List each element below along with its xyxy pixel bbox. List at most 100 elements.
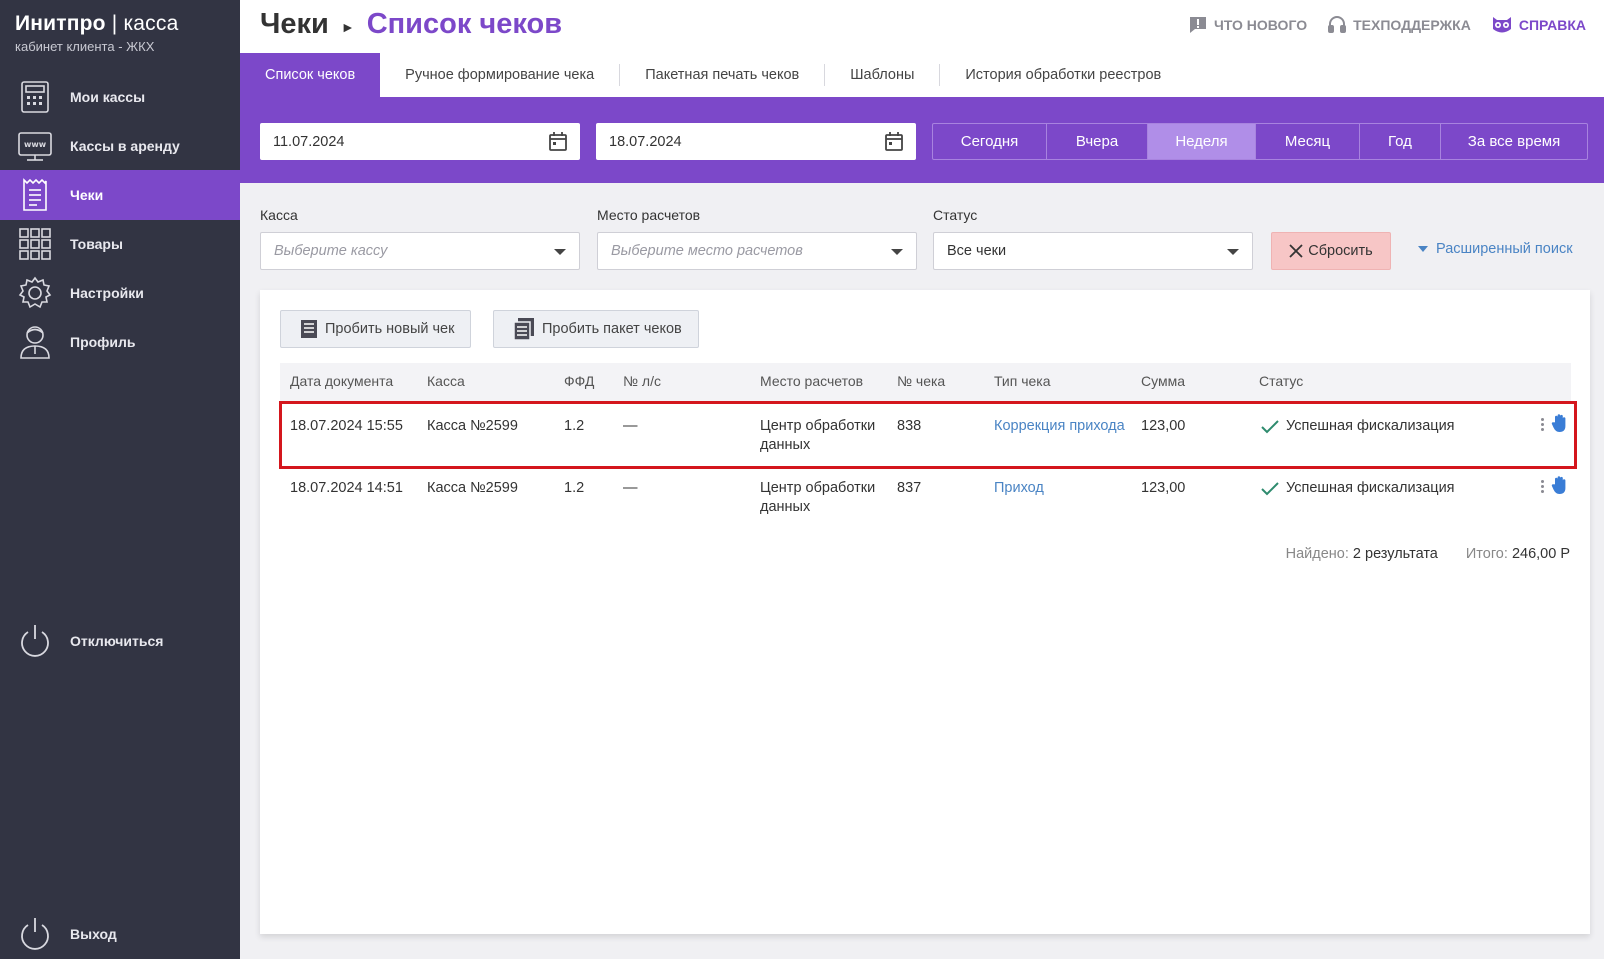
column-header[interactable]: № л/с [623, 373, 661, 389]
column-header[interactable]: ФФД [564, 373, 594, 389]
logout-button[interactable]: Выход [0, 909, 240, 959]
cell-sum: 123,00 [1141, 480, 1186, 496]
found-label: Найдено: [1285, 546, 1349, 562]
sidebar-item-profile[interactable]: Профиль [0, 317, 240, 367]
date-to-value: 18.07.2024 [609, 133, 682, 150]
status-filter-label: Статус [933, 207, 978, 223]
hand-icon[interactable] [1551, 475, 1569, 498]
more-vertical-icon[interactable] [1541, 418, 1545, 433]
disconnect-button[interactable]: Отключиться [0, 616, 240, 666]
column-header[interactable]: № чека [897, 373, 945, 389]
cell-place: Центр обработки данных [760, 479, 875, 517]
gear-icon [17, 276, 53, 310]
support-link[interactable]: ТЕХПОДДЕРЖКА [1327, 15, 1471, 35]
tab-batch-print[interactable]: Пакетная печать чеков [620, 53, 824, 97]
cell-sum: 123,00 [1141, 418, 1186, 434]
sidebar-item-label: Чеки [70, 187, 104, 203]
check-icon [1261, 419, 1279, 433]
hand-icon[interactable] [1551, 413, 1569, 436]
period-year-button[interactable]: Год [1360, 124, 1441, 159]
cell-place-line: Центр обработки [760, 418, 876, 434]
date-to-field[interactable]: 18.07.2024 [596, 123, 916, 160]
brand-title-sep: | [105, 12, 124, 35]
total-value: 246,00 Р [1511, 546, 1570, 562]
advanced-search-link[interactable]: Расширенный поиск [1418, 241, 1573, 257]
period-month-button[interactable]: Месяц [1256, 124, 1360, 159]
period-week-button[interactable]: Неделя [1148, 124, 1256, 159]
sidebar-item-label: Товары [70, 236, 123, 252]
cell-status-label: Успешная фискализация [1286, 480, 1455, 496]
new-check-button[interactable]: Пробить новый чек [280, 310, 472, 348]
power-icon [17, 624, 53, 658]
table-row[interactable]: 18.07.2024 14:51 Касса №2599 1.2 — Центр… [280, 463, 1571, 525]
period-selector: Сегодня Вчера Неделя Месяц Год За все вр… [932, 123, 1588, 160]
cell-ffd: 1.2 [564, 480, 585, 496]
sidebar-item-rent-kassas[interactable]: www Кассы в аренду [0, 121, 240, 171]
cell-status: Успешная фискализация [1261, 417, 1455, 436]
tab-templates[interactable]: Шаблоны [825, 53, 939, 97]
cell-place-line: данных [760, 437, 811, 453]
place-select-placeholder: Выберите место расчетов [611, 243, 803, 259]
check-icon [1261, 481, 1279, 495]
sidebar-item-label: Настройки [70, 285, 144, 301]
power-icon [17, 917, 53, 951]
sidebar-item-label: Мои кассы [70, 89, 146, 105]
headset-icon [1328, 16, 1347, 33]
cash-register-icon [17, 80, 53, 114]
cell-kassa: Касса №2599 [427, 418, 518, 434]
cell-number: 837 [897, 480, 922, 496]
more-vertical-icon[interactable] [1541, 480, 1545, 495]
cell-number: 838 [897, 418, 922, 434]
status-select[interactable]: Все чеки [933, 232, 1253, 270]
reset-label: Сбросить [1308, 243, 1373, 259]
place-filter-label: Место расчетов [597, 207, 701, 223]
sidebar-item-my-kassas[interactable]: Мои кассы [0, 72, 240, 122]
batch-checks-label: Пробить пакет чеков [542, 321, 682, 337]
sidebar-item-goods[interactable]: Товары [0, 219, 240, 269]
breadcrumb-root[interactable]: Чеки [260, 8, 329, 41]
column-header[interactable]: Место расчетов [760, 373, 863, 389]
table-row[interactable]: 18.07.2024 15:55 Касса №2599 1.2 — Центр… [280, 401, 1571, 463]
cell-place-line: Центр обработки [760, 480, 876, 496]
date-from-field[interactable]: 11.07.2024 [260, 123, 580, 160]
column-header[interactable]: Касса [427, 373, 465, 389]
top-links: ЧТО НОВОГО ТЕХПОДДЕРЖКА СПРАВКА [1168, 15, 1586, 35]
close-icon [1289, 244, 1303, 258]
tab-registry-history[interactable]: История обработки реестров [940, 53, 1186, 97]
kassa-filter-label: Касса [260, 207, 298, 223]
reset-button[interactable]: Сбросить [1271, 232, 1391, 270]
period-all-time-button[interactable]: За все время [1441, 124, 1587, 159]
place-select[interactable]: Выберите место расчетов [597, 232, 917, 270]
column-header[interactable]: Тип чека [994, 373, 1051, 389]
sidebar-item-label: Кассы в аренду [70, 138, 180, 154]
chevron-down-icon [554, 249, 566, 255]
documents-stack-icon [513, 318, 534, 341]
whats-new-link[interactable]: ЧТО НОВОГО [1188, 15, 1307, 35]
cell-type-link[interactable]: Коррекция прихода [994, 417, 1125, 436]
tab-check-list[interactable]: Список чеков [240, 53, 381, 97]
period-today-button[interactable]: Сегодня [933, 124, 1047, 159]
cell-type-link[interactable]: Приход [994, 479, 1044, 498]
kassa-select[interactable]: Выберите кассу [260, 232, 580, 270]
cell-ls: — [623, 480, 638, 496]
cell-ffd: 1.2 [564, 418, 585, 434]
chevron-down-icon [891, 249, 903, 255]
whats-new-label: ЧТО НОВОГО [1213, 17, 1308, 33]
column-header[interactable]: Сумма [1141, 373, 1185, 389]
sidebar-item-checks[interactable]: Чеки [0, 170, 240, 220]
calendar-icon[interactable] [548, 131, 568, 152]
help-link[interactable]: СПРАВКА [1491, 15, 1586, 35]
period-yesterday-button[interactable]: Вчера [1047, 124, 1148, 159]
tab-manual-check[interactable]: Ручное формирование чека [380, 53, 619, 97]
batch-checks-button[interactable]: Пробить пакет чеков [493, 310, 699, 348]
column-header[interactable]: Дата документа [290, 373, 393, 389]
brand-title-thin: касса [123, 12, 179, 35]
sidebar-item-settings[interactable]: Настройки [0, 268, 240, 318]
receipt-icon [17, 178, 53, 212]
kassa-select-placeholder: Выберите кассу [274, 243, 388, 259]
help-label: СПРАВКА [1518, 17, 1586, 33]
user-icon [17, 325, 53, 359]
column-header[interactable]: Статус [1259, 373, 1303, 389]
calendar-icon[interactable] [884, 131, 904, 152]
advanced-search-label: Расширенный поиск [1436, 241, 1573, 257]
